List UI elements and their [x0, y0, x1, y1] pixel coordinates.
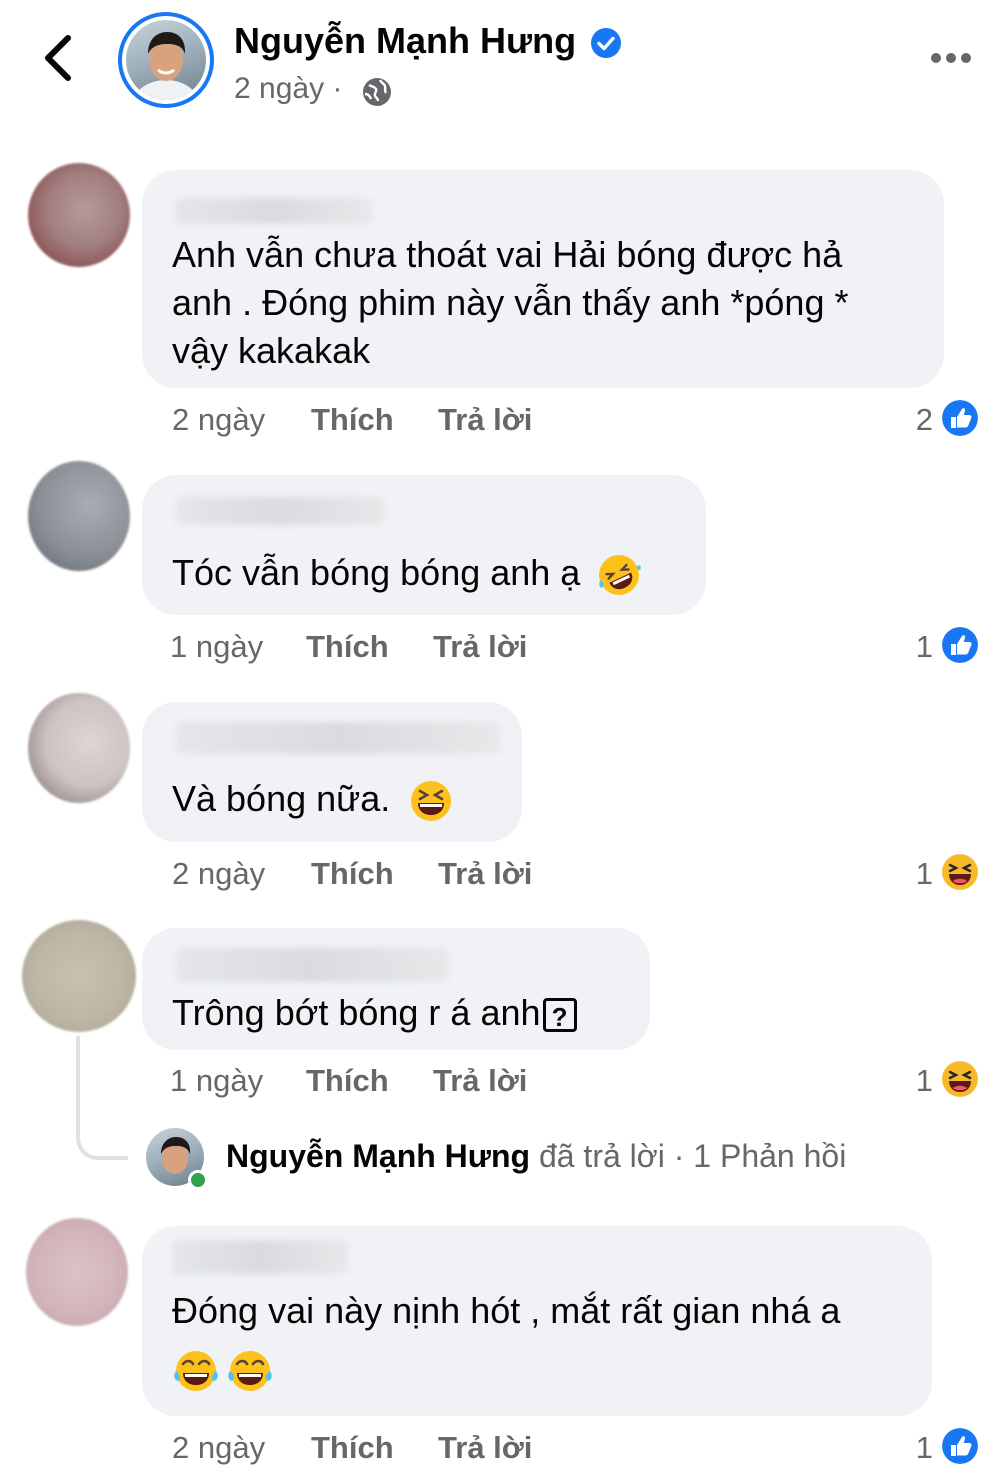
chevron-left-icon — [45, 35, 71, 81]
comment-text-line: vậy kakakak — [172, 330, 371, 371]
verified-badge-icon — [591, 28, 621, 58]
reaction-count[interactable]: 1 — [903, 629, 933, 665]
reply-count-text[interactable]: đã trả lời · 1 Phản hồi — [530, 1138, 846, 1174]
commenter-avatar[interactable] — [28, 693, 130, 803]
comment-text-line: Trông bớt bóng r á anh — [172, 992, 541, 1033]
haha-reaction-icon[interactable] — [940, 1059, 980, 1099]
reaction-count[interactable]: 1 — [903, 1063, 933, 1099]
comment-text: Và bóng nữa. — [172, 775, 454, 824]
globe-icon — [363, 78, 391, 106]
reply-button[interactable]: Trả lời — [438, 402, 532, 438]
tears-of-joy-emoji — [174, 1351, 218, 1391]
like-button[interactable]: Thích — [306, 629, 389, 665]
rolling-laughing-emoji — [599, 555, 642, 596]
commenter-name-redacted[interactable] — [176, 497, 384, 525]
comment-text-line: Và bóng nữa. — [172, 778, 391, 819]
haha-reaction-icon[interactable] — [940, 852, 980, 892]
comment-time: 2 ngày — [172, 402, 266, 437]
reply-summary-text: Nguyễn Mạnh Hưng đã trả lời · 1 Phản hồi — [226, 1138, 846, 1175]
comment-time: 2 ngày — [172, 856, 266, 891]
commenter-avatar[interactable] — [22, 920, 136, 1032]
thread-connector — [76, 1036, 128, 1160]
grinning-squint-emoji — [411, 781, 452, 822]
comment-text: Tóc vẫn bóng bóng anh ạ — [172, 549, 642, 598]
commenter-avatar[interactable] — [28, 163, 130, 267]
reply-button[interactable]: Trả lời — [438, 1430, 532, 1466]
comment-text-line: Đóng vai này nịnh hót , mắt rất gian nhá… — [172, 1290, 841, 1331]
tears-of-joy-emoji — [228, 1351, 273, 1391]
back-button[interactable] — [34, 30, 82, 86]
online-status-dot — [188, 1170, 208, 1190]
profile-photo — [132, 32, 200, 100]
commenter-name-redacted[interactable] — [176, 722, 500, 754]
commenter-name-redacted[interactable] — [172, 1240, 348, 1274]
comment-text-line: Tóc vẫn bóng bóng anh ạ — [172, 552, 581, 593]
comment-time: 1 ngày — [170, 1063, 264, 1098]
commenter-avatar[interactable] — [28, 461, 130, 571]
poster-avatar[interactable] — [118, 12, 214, 108]
comment-time: 2 ngày — [172, 1430, 266, 1465]
commenter-name-redacted[interactable] — [176, 948, 448, 982]
comment-emoji-row — [172, 1347, 274, 1395]
comment-text-line: anh . Đóng phim này vẫn thấy anh *póng * — [172, 282, 849, 323]
commenter-name-redacted[interactable] — [174, 198, 372, 224]
comment-text: Trông bớt bóng r á anh? — [172, 989, 577, 1037]
commenter-avatar[interactable] — [26, 1218, 128, 1326]
like-button[interactable]: Thích — [311, 856, 394, 892]
replier-name[interactable]: Nguyễn Mạnh Hưng — [226, 1138, 530, 1174]
reply-button[interactable]: Trả lời — [433, 629, 527, 665]
like-reaction-icon[interactable] — [940, 1426, 980, 1466]
reply-button[interactable]: Trả lời — [438, 856, 532, 892]
post-time: 2 ngày · — [234, 72, 343, 105]
reaction-count[interactable]: 1 — [903, 1430, 933, 1466]
like-button[interactable]: Thích — [311, 1430, 394, 1466]
reaction-count[interactable]: 2 — [903, 402, 933, 438]
like-reaction-icon[interactable] — [940, 398, 980, 438]
like-reaction-icon[interactable] — [940, 625, 980, 665]
more-options-icon[interactable] — [926, 40, 976, 76]
reply-summary[interactable]: Nguyễn Mạnh Hưng đã trả lời · 1 Phản hồi — [146, 1126, 866, 1190]
comment-text-line: Anh vẫn chưa thoát vai Hải bóng được hả — [172, 234, 843, 275]
reply-button[interactable]: Trả lời — [433, 1063, 527, 1099]
unknown-glyph-box: ? — [542, 998, 577, 1033]
reaction-count[interactable]: 1 — [903, 856, 933, 892]
like-button[interactable]: Thích — [311, 402, 394, 438]
poster-name[interactable]: Nguyễn Mạnh Hưng — [234, 20, 576, 62]
like-button[interactable]: Thích — [306, 1063, 389, 1099]
comment-time: 1 ngày — [170, 629, 264, 664]
